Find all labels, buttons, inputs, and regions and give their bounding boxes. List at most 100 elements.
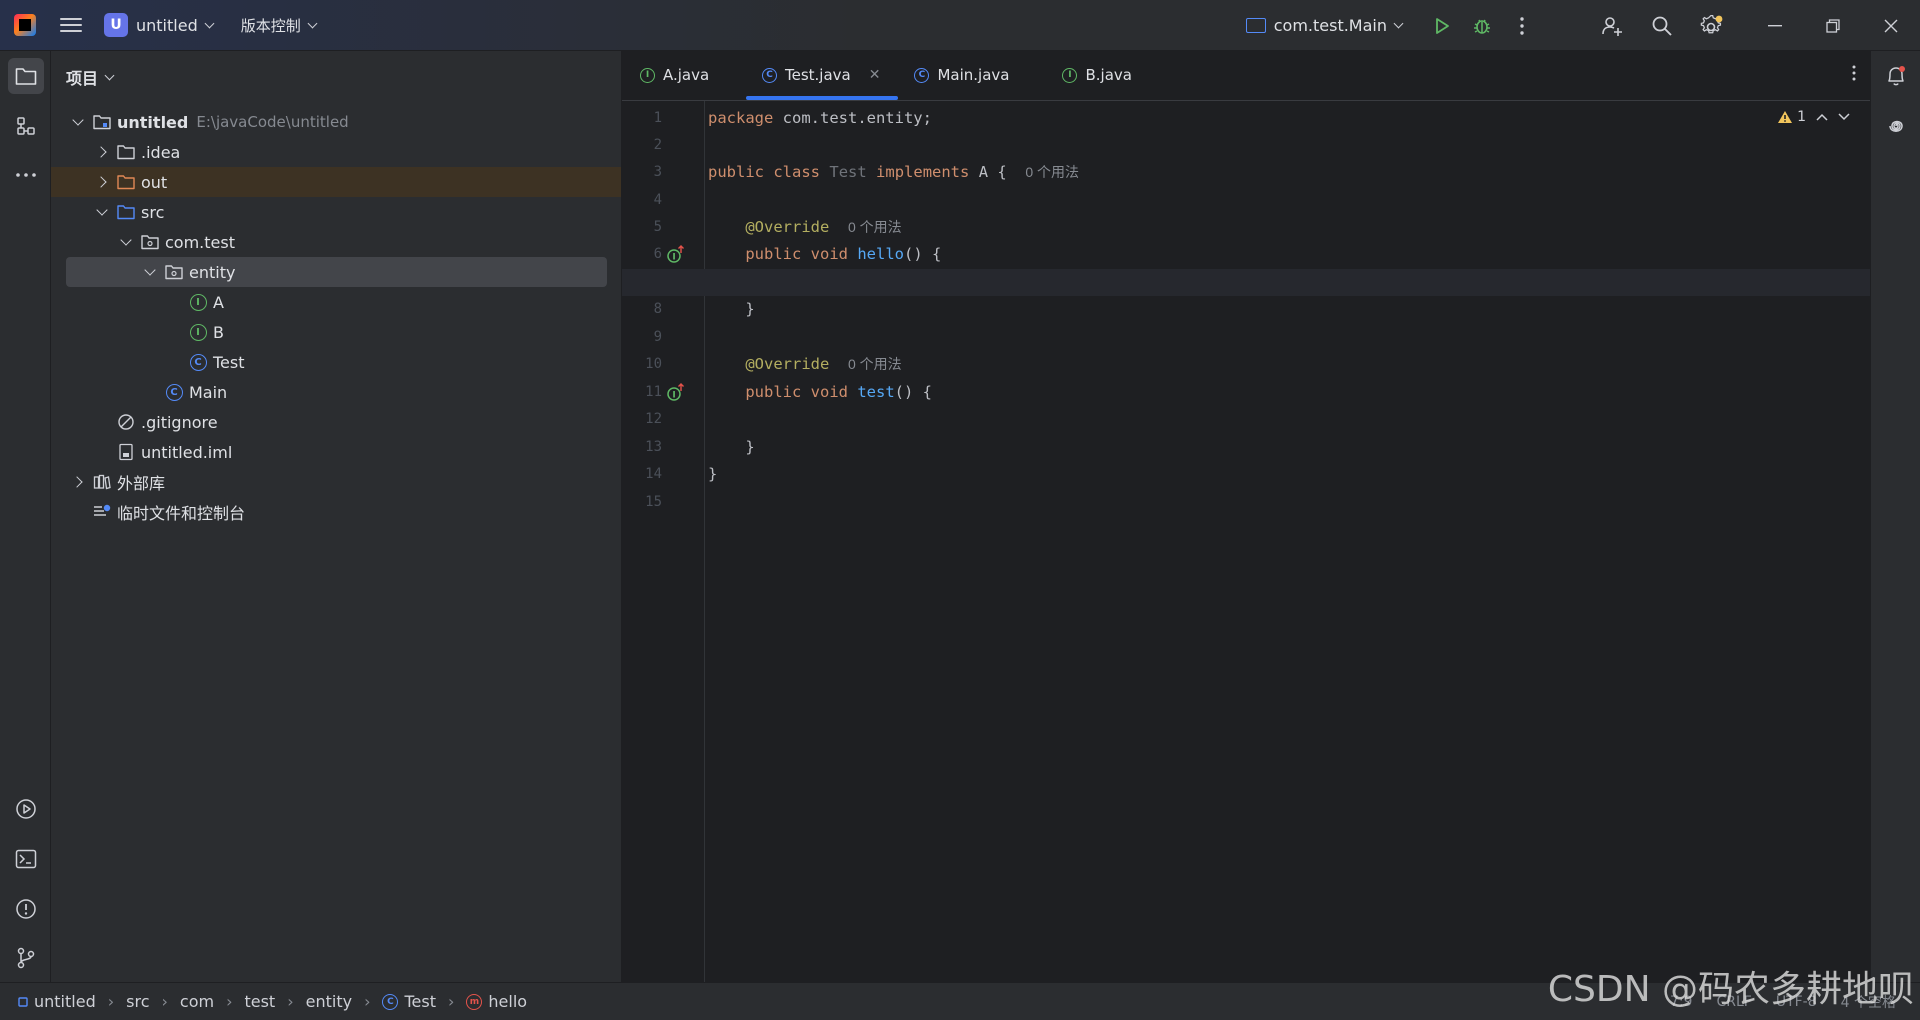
bell-icon <box>1888 66 1905 86</box>
tab-label: A.java <box>663 66 710 84</box>
restore-button[interactable] <box>1804 0 1862 51</box>
expand-chevron-icon[interactable] <box>95 175 109 189</box>
git-branch-icon <box>17 947 35 969</box>
tree-item-label: untitled <box>117 112 189 132</box>
add-user-icon <box>1602 16 1622 36</box>
tree-item-untitled-iml[interactable]: untitled.iml <box>51 437 621 467</box>
line-number: 4 <box>653 192 662 208</box>
close-tab-icon[interactable]: ✕ <box>869 67 881 83</box>
kebab-icon <box>1852 65 1856 81</box>
expand-chevron-icon[interactable] <box>143 265 157 279</box>
gear-icon <box>1700 14 1723 33</box>
expand-chevron-icon[interactable] <box>71 475 85 489</box>
expand-chevron-icon[interactable] <box>119 235 133 249</box>
debug-button[interactable] <box>1462 6 1502 46</box>
tab-actions-button[interactable] <box>1852 65 1856 85</box>
project-tool-button[interactable] <box>8 58 44 94</box>
tree-item-label: Test <box>213 352 245 372</box>
current-line <box>622 269 1870 296</box>
library-icon <box>93 473 111 491</box>
project-path-hint: E:\javaCode\untitled <box>196 113 349 131</box>
settings-button[interactable] <box>1692 6 1732 46</box>
breadcrumb-separator-icon: › <box>107 992 115 1011</box>
line-number: 13 <box>645 439 662 455</box>
terminal-tool-button[interactable] <box>8 841 44 877</box>
breadcrumb-item[interactable]: untitled <box>18 992 96 1011</box>
git-tool-button[interactable] <box>8 940 44 976</box>
close-window-button[interactable] <box>1862 0 1920 51</box>
run-button[interactable] <box>1422 6 1462 46</box>
tree-item-entity[interactable]: entity <box>66 257 607 287</box>
breadcrumb-item[interactable]: m hello <box>466 992 527 1011</box>
tree-item-label: A <box>213 292 224 312</box>
main-menu-icon[interactable] <box>60 14 82 36</box>
implements-method-gutter-icon[interactable]: I <box>666 383 686 403</box>
vcs-label: 版本控制 <box>240 16 301 35</box>
minimize-button[interactable] <box>1746 0 1804 51</box>
breadcrumb-item[interactable]: test <box>244 992 275 1011</box>
services-tool-button[interactable] <box>8 791 44 827</box>
module-folder-icon <box>93 113 111 131</box>
watermark: CSDN @码农多耕地呗 <box>1547 969 1914 1010</box>
code-line: } <box>708 438 755 456</box>
expand-chevron-icon[interactable] <box>95 205 109 219</box>
search-everywhere-button[interactable] <box>1642 6 1682 46</box>
usage-hint: 0 个用法 <box>848 219 902 235</box>
project-selector[interactable]: U untitled <box>104 13 215 37</box>
tab-main-java[interactable]: C Main.java <box>898 50 1044 100</box>
tree-item-src[interactable]: src <box>51 197 621 227</box>
tree-item-label: 外部库 <box>117 474 166 493</box>
structure-tool-button[interactable] <box>8 108 44 144</box>
code-line: public void test() { <box>745 383 932 401</box>
tab-test-java[interactable]: C Test.java ✕ <box>746 50 899 100</box>
iml-file-icon <box>117 443 135 461</box>
tree-item-idea[interactable]: .idea <box>51 137 621 167</box>
breadcrumb-item[interactable]: com <box>180 992 214 1011</box>
tree-item-scratches[interactable]: 临时文件和控制台 <box>51 497 621 527</box>
breadcrumb-item[interactable]: src <box>126 992 149 1011</box>
tree-item-test[interactable]: C Test <box>51 347 621 377</box>
module-icon <box>18 996 28 1007</box>
restore-icon <box>1826 18 1840 33</box>
tree-item-a[interactable]: I A <box>51 287 621 317</box>
implements-method-gutter-icon[interactable]: I <box>666 245 686 265</box>
tab-a-java[interactable]: I A.java <box>622 50 730 100</box>
interface-icon: I <box>189 293 207 311</box>
tree-item-label: entity <box>189 262 236 282</box>
close-icon <box>1884 19 1898 32</box>
folder-icon <box>15 68 37 85</box>
breadcrumb-item[interactable]: entity <box>306 992 352 1011</box>
ignore-file-icon <box>117 413 135 431</box>
project-panel: 项目 untitled E:\javaCode\untitled .idea o… <box>51 51 622 982</box>
more-actions-button[interactable] <box>1502 6 1542 46</box>
breadcrumb-separator-icon: › <box>226 992 233 1011</box>
expand-chevron-icon[interactable] <box>71 115 85 129</box>
notifications-button[interactable] <box>1878 58 1914 94</box>
ai-assistant-button[interactable] <box>1878 108 1914 144</box>
tree-item-b[interactable]: I B <box>51 317 621 347</box>
project-name: untitled <box>136 15 198 35</box>
problems-tool-button[interactable] <box>8 891 44 927</box>
tab-b-java[interactable]: I B.java <box>1044 50 1150 100</box>
run-configuration-selector[interactable]: com.test.Main <box>1245 16 1404 35</box>
project-panel-title: 项目 <box>66 69 99 88</box>
code-with-me-button[interactable] <box>1592 6 1632 46</box>
project-panel-header[interactable]: 项目 <box>51 51 621 103</box>
tree-item-untitled[interactable]: untitled E:\javaCode\untitled <box>51 107 621 137</box>
more-tools-button[interactable] <box>8 157 44 193</box>
tree-item-out[interactable]: out <box>51 167 621 197</box>
tree-item-external-libraries[interactable]: 外部库 <box>51 467 621 497</box>
line-number: 11 <box>645 384 662 400</box>
application-icon <box>1245 18 1266 33</box>
tree-item-com-test[interactable]: com.test <box>51 227 621 257</box>
vcs-menu[interactable]: 版本控制 <box>240 15 318 36</box>
expand-chevron-icon[interactable] <box>95 145 109 159</box>
line-number: 14 <box>645 466 662 482</box>
breadcrumb-item[interactable]: C Test <box>382 992 436 1011</box>
class-icon: C <box>762 67 777 83</box>
tab-label: Test.java <box>785 66 851 84</box>
svg-text:I: I <box>672 253 675 263</box>
services-icon <box>16 799 36 819</box>
tree-item-main[interactable]: C Main <box>51 377 621 407</box>
tree-item-gitignore[interactable]: .gitignore <box>51 407 621 437</box>
